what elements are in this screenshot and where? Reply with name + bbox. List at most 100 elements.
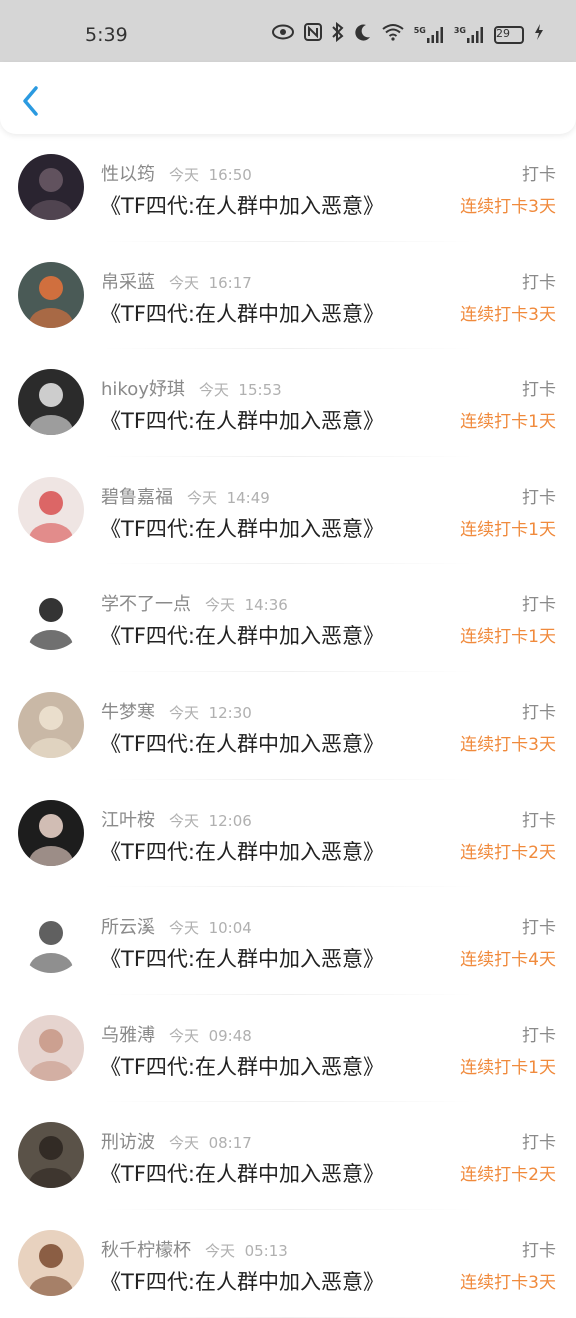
streak-label: 连续打卡2天 — [460, 842, 556, 863]
list-item[interactable]: hikoy妤琪 今天 15:53 《TF四代:在人群中加入恶意》 打卡 连续打卡… — [0, 349, 576, 457]
user-meta: hikoy妤琪 今天 15:53 — [101, 375, 282, 401]
record-title: 《TF四代:在人群中加入恶意》 — [100, 516, 384, 541]
user-name: 所云溪 — [101, 917, 155, 939]
record-title: 《TF四代:在人群中加入恶意》 — [100, 194, 384, 218]
list-item[interactable]: 学不了一点 今天 14:36 《TF四代:在人群中加入恶意》 打卡 连续打卡1天 — [0, 564, 576, 672]
user-meta: 所云溪 今天 10:04 — [101, 913, 252, 939]
streak-label: 连续打卡3天 — [460, 1272, 556, 1293]
avatar[interactable] — [18, 1122, 84, 1189]
user-meta: 牛梦寒 今天 12:30 — [101, 698, 252, 724]
signal-5g-icon: 5G — [414, 26, 444, 44]
user-meta: 学不了一点 今天 14:36 — [101, 590, 288, 616]
user-name: 江叶桉 — [101, 809, 155, 831]
avatar[interactable] — [18, 1229, 84, 1296]
user-name: 碧鲁嘉福 — [101, 486, 173, 508]
avatar[interactable] — [18, 261, 84, 328]
user-name: 帛采蓝 — [101, 271, 155, 293]
avatar[interactable] — [18, 476, 84, 543]
user-meta: 江叶桉 今天 12:06 — [101, 806, 252, 832]
back-button[interactable] — [18, 84, 46, 118]
streak-label: 连续打卡4天 — [460, 950, 556, 971]
post-time: 今天 08:17 — [169, 1134, 252, 1153]
streak-label: 连续打卡1天 — [460, 1057, 556, 1078]
user-meta: 乌雅溥 今天 09:48 — [101, 1021, 252, 1047]
record-title: 《TF四代:在人群中加入恶意》 — [100, 1269, 384, 1294]
top-nav-bar — [0, 62, 576, 134]
user-name: 乌雅溥 — [101, 1024, 155, 1046]
list-item[interactable]: 牛梦寒 今天 12:30 《TF四代:在人群中加入恶意》 打卡 连续打卡3天 — [0, 672, 576, 780]
record-type: 打卡 — [522, 380, 556, 401]
record-type: 打卡 — [522, 595, 556, 616]
list-item[interactable]: 碧鲁嘉福 今天 14:49 《TF四代:在人群中加入恶意》 打卡 连续打卡1天 — [0, 457, 576, 565]
post-time: 今天 12:30 — [169, 703, 252, 722]
record-title: 《TF四代:在人群中加入恶意》 — [100, 839, 384, 864]
streak-label: 连续打卡3天 — [460, 304, 556, 325]
list-item[interactable]: 江叶桉 今天 12:06 《TF四代:在人群中加入恶意》 打卡 连续打卡2天 — [0, 780, 576, 888]
user-name: 性以筠 — [101, 164, 155, 185]
avatar[interactable] — [18, 691, 84, 758]
record-type: 打卡 — [522, 272, 556, 293]
record-type: 打卡 — [522, 810, 556, 831]
record-title: 《TF四代:在人群中加入恶意》 — [100, 731, 384, 756]
record-title: 《TF四代:在人群中加入恶意》 — [100, 624, 384, 649]
post-time: 今天 16:17 — [169, 273, 252, 292]
user-meta: 刑访波 今天 08:17 — [101, 1128, 252, 1154]
wifi-icon — [382, 23, 404, 46]
record-type: 打卡 — [522, 1133, 556, 1154]
list-item[interactable]: 性以筠 今天 16:50 《TF四代:在人群中加入恶意》 打卡 连续打卡3天 — [0, 134, 576, 242]
user-meta: 秋千柠檬杯 今天 05:13 — [101, 1236, 288, 1262]
streak-label: 连续打卡1天 — [460, 627, 556, 648]
list-item[interactable]: 乌雅溥 今天 09:48 《TF四代:在人群中加入恶意》 打卡 连续打卡1天 — [0, 995, 576, 1103]
record-title: 《TF四代:在人群中加入恶意》 — [100, 409, 384, 434]
record-title: 《TF四代:在人群中加入恶意》 — [100, 301, 384, 326]
streak-label: 连续打卡1天 — [460, 519, 556, 540]
post-time: 今天 15:53 — [198, 381, 282, 400]
status-icons: 5G 3G 29 — [271, 21, 544, 47]
record-title: 《TF四代:在人群中加入恶意》 — [100, 1162, 384, 1187]
streak-label: 连续打卡2天 — [460, 1165, 556, 1186]
avatar[interactable] — [18, 907, 84, 974]
list-item[interactable]: 秋千柠檬杯 今天 05:13 《TF四代:在人群中加入恶意》 打卡 连续打卡3天 — [0, 1210, 576, 1318]
record-type: 打卡 — [522, 918, 556, 939]
battery-icon: 29 — [494, 25, 524, 44]
list-item[interactable]: 刑访波 今天 08:17 《TF四代:在人群中加入恶意》 打卡 连续打卡2天 — [0, 1102, 576, 1210]
avatar[interactable] — [18, 369, 84, 436]
avatar[interactable] — [18, 1014, 84, 1081]
post-time: 今天 05:13 — [205, 1241, 288, 1260]
record-type: 打卡 — [522, 165, 556, 185]
avatar[interactable] — [18, 154, 84, 220]
chevron-left-icon — [23, 86, 38, 116]
charging-icon — [534, 23, 544, 46]
record-title: 《TF四代:在人群中加入恶意》 — [100, 947, 384, 972]
status-bar: 5:39 5G 3G 29 — [0, 0, 576, 62]
streak-label: 连续打卡1天 — [460, 412, 556, 433]
record-type: 打卡 — [522, 1025, 556, 1046]
eye-icon — [271, 24, 294, 45]
post-time: 今天 14:49 — [187, 488, 270, 507]
record-type: 打卡 — [522, 1240, 556, 1261]
bluetooth-icon — [332, 21, 344, 47]
post-time: 今天 12:06 — [169, 811, 252, 830]
user-meta: 碧鲁嘉福 今天 14:49 — [101, 483, 270, 509]
avatar[interactable] — [18, 584, 84, 651]
checkin-list: 性以筠 今天 16:50 《TF四代:在人群中加入恶意》 打卡 连续打卡3天 帛… — [0, 134, 576, 1318]
streak-label: 连续打卡3天 — [460, 197, 556, 217]
post-time: 今天 09:48 — [169, 1026, 252, 1045]
record-title: 《TF四代:在人群中加入恶意》 — [100, 1054, 384, 1079]
user-meta: 性以筠 今天 16:50 — [101, 160, 252, 186]
user-name: 牛梦寒 — [101, 701, 155, 723]
streak-label: 连续打卡3天 — [460, 734, 556, 755]
avatar[interactable] — [18, 799, 84, 866]
user-name: 刑访波 — [101, 1132, 155, 1154]
post-time: 今天 10:04 — [169, 919, 252, 938]
list-item[interactable]: 所云溪 今天 10:04 《TF四代:在人群中加入恶意》 打卡 连续打卡4天 — [0, 887, 576, 995]
post-time: 今天 16:50 — [169, 166, 252, 184]
record-type: 打卡 — [522, 702, 556, 723]
post-time: 今天 14:36 — [205, 596, 288, 615]
status-time: 5:39 — [85, 24, 128, 46]
user-meta: 帛采蓝 今天 16:17 — [101, 268, 252, 294]
signal-3g-icon: 3G — [454, 26, 484, 44]
list-item[interactable]: 帛采蓝 今天 16:17 《TF四代:在人群中加入恶意》 打卡 连续打卡3天 — [0, 242, 576, 350]
user-name: 秋千柠檬杯 — [101, 1239, 191, 1261]
moon-icon — [354, 23, 372, 46]
